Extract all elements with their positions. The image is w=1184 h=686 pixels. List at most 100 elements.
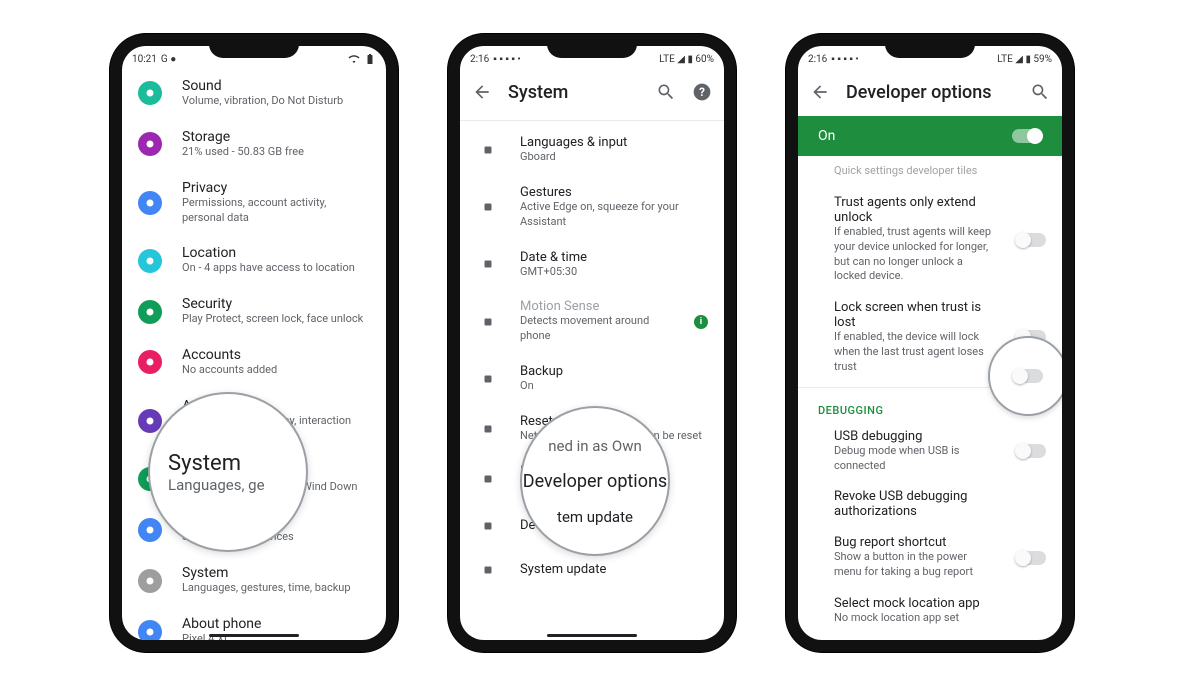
status-bar: 2:16 ▪ ▪ ▪ ▪ • LTE ◢ ▮ 60% [460,46,724,68]
row-sub: If enabled, trust agents will keep your … [834,225,996,284]
clock-icon [476,252,500,276]
braces-icon [476,514,500,538]
help-icon[interactable]: ? [692,82,712,102]
row-title: About phone [182,616,370,632]
system-row-motion[interactable]: Motion SenseDetects movement around phon… [460,289,724,354]
phone-devopts: 2:16▪ ▪ ▪ ▪ • LTE ◢ ▮ 59% Developer opti… [786,34,1074,652]
row-title: System [182,565,370,581]
row-title: Privacy [182,180,370,196]
toggle-switch[interactable] [1016,444,1046,458]
mag-line-a: ned in as Own [548,437,642,455]
master-toggle-bar[interactable]: On [798,116,1062,156]
system-row-clock[interactable]: Date & timeGMT+05:30 [460,240,724,290]
back-icon[interactable] [810,82,830,102]
row-title: Gestures [520,185,708,200]
devopt-row[interactable]: USB debuggingDebug mode when USB is conn… [798,421,1062,482]
settings-row-location[interactable]: LocationOn - 4 apps have access to locat… [122,235,386,286]
mag-line-b: Developer options [523,471,667,492]
volume-icon [138,81,162,105]
row-sub: Show a button in the power menu for taki… [834,550,996,580]
devopt-row[interactable]: Bug report shortcutShow a button in the … [798,527,1062,588]
nav-handle[interactable] [547,634,637,637]
row-sub: Play Protect, screen lock, face unlock [182,312,370,327]
row-title: Trust agents only extend unlock [834,195,996,225]
info-badge[interactable]: i [694,315,708,329]
account-icon [138,350,162,374]
master-toggle-switch[interactable] [1012,129,1042,143]
row-sub: If enabled, the device will lock when th… [834,330,996,375]
settings-row-system[interactable]: SystemLanguages, gestures, time, backup [122,555,386,606]
devopt-row[interactable]: Select mock location appNo mock location… [798,588,1062,634]
row-sub: GMT+05:30 [520,265,708,280]
row-sub: No accounts added [182,363,370,378]
motion-icon [476,310,500,334]
row-title: Storage [182,129,370,145]
magnify-sub: Languages, ge [168,476,306,494]
phone-settings: 10:21 G ● SoundVolume, vibration, Do Not … [110,34,398,652]
status-right: LTE ◢ ▮ 60% [659,54,714,65]
phone-system: 2:16 ▪ ▪ ▪ ▪ • LTE ◢ ▮ 60% System ? Langu… [448,34,736,652]
search-icon[interactable] [1030,82,1050,102]
mag-line-c: tem update [557,508,633,526]
access-icon [138,409,162,433]
settings-row-about[interactable]: About phonePixel 4 XL [122,606,386,652]
devopt-row[interactable]: Revoke USB debugging authorizations [798,481,1062,527]
usb-debug-toggle-zoom[interactable] [1013,369,1043,383]
partial-row[interactable]: Quick settings developer tiles [798,156,1062,187]
row-sub: On [520,379,708,394]
row-title: Languages & input [520,135,708,150]
row-sub: Active Edge on, squeeze for your Assista… [520,200,708,230]
row-title: Backup [520,364,708,379]
row-sub: Detects movement around phone [520,314,674,344]
devopt-row[interactable]: Force full GNSS measurementsTrack all GN… [798,634,1062,652]
nav-handle[interactable] [209,634,299,637]
row-sub: On - 4 apps have access to location [182,261,370,276]
status-right: LTE ◢ ▮ 59% [997,54,1052,65]
settings-row-account[interactable]: AccountsNo accounts added [122,337,386,388]
settings-row-storage[interactable]: Storage21% used - 50.83 GB free [122,119,386,170]
row-title: Select mock location app [834,596,1046,611]
status-apps: ▪ ▪ ▪ ▪ • [831,54,858,65]
toggle-switch[interactable] [1016,233,1046,247]
app-bar: System ? [460,68,724,116]
svg-text:?: ? [699,85,705,99]
reset-icon [476,417,500,441]
system-row-gesture[interactable]: GesturesActive Edge on, squeeze for your… [460,175,724,240]
row-title: Accounts [182,347,370,363]
page-title: System [508,82,640,103]
storage-icon [138,132,162,156]
location-icon [138,249,162,273]
back-icon[interactable] [472,82,492,102]
row-sub: Gboard [520,150,708,165]
status-bar: 2:16▪ ▪ ▪ ▪ • LTE ◢ ▮ 59% [798,46,1062,68]
search-icon[interactable] [656,82,676,102]
row-title: Motion Sense [520,299,674,314]
row-title: Security [182,296,370,312]
status-apps: ▪ ▪ ▪ ▪ • [493,54,520,65]
row-title: System update [520,562,708,577]
master-toggle-label: On [818,128,835,144]
status-icons-left: G ● [161,54,176,65]
row-sub: Volume, vibration, Do Not Disturb [182,94,370,109]
system-row-cloud[interactable]: BackupOn [460,354,724,404]
settings-row-lock[interactable]: SecurityPlay Protect, screen lock, face … [122,286,386,337]
devopt-row[interactable]: Trust agents only extend unlockIf enable… [798,187,1062,292]
magnifier-system: System Languages, ge [148,392,308,552]
row-title: Lock screen when trust is lost [834,300,996,330]
settings-row-volume[interactable]: SoundVolume, vibration, Do Not Disturb [122,68,386,119]
battery-icon [364,53,376,65]
settings-row-privacy[interactable]: PrivacyPermissions, account activity, pe… [122,170,386,236]
system-icon [138,569,162,593]
magnifier-devopts: ned in as Own Developer options tem upda… [520,406,670,556]
google-icon [138,518,162,542]
wifi-icon [348,53,360,65]
row-title: Date & time [520,250,708,265]
status-time: 2:16 [470,54,489,65]
divider [460,120,724,121]
page-title: Developer options [846,82,1014,103]
app-bar: Developer options [798,68,1062,116]
toggle-switch[interactable] [1016,551,1046,565]
status-time: 10:21 [132,54,157,65]
system-row-globe[interactable]: Languages & inputGboard [460,125,724,175]
focus-usb-toggle [988,336,1068,416]
